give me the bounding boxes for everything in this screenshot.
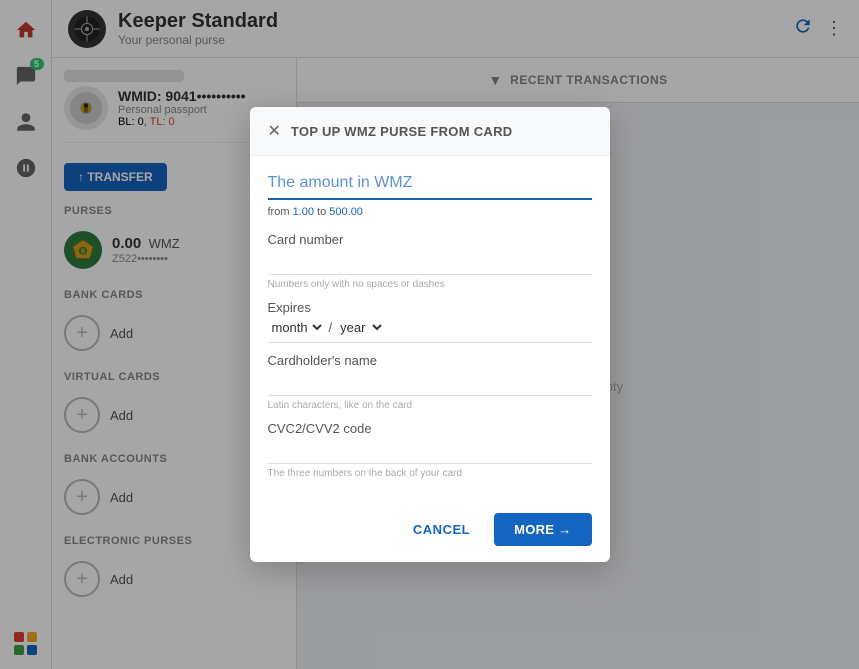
- card-number-field: Card number: [268, 232, 592, 275]
- range-from-value[interactable]: 1.00: [293, 206, 314, 218]
- modal-header: ✕ TOP UP WMZ PURSE FROM CARD: [250, 107, 610, 156]
- expires-separator: /: [329, 320, 333, 335]
- cardholder-input[interactable]: [268, 370, 592, 396]
- top-up-modal: ✕ TOP UP WMZ PURSE FROM CARD from 1.00 t…: [250, 107, 610, 562]
- card-number-label: Card number: [268, 232, 592, 247]
- cancel-button[interactable]: CANCEL: [399, 514, 484, 545]
- modal-body: from 1.00 to 500.00 Card number Numbers …: [250, 156, 610, 499]
- cardholder-label: Cardholder's name: [268, 353, 592, 368]
- modal-footer: CANCEL MORE →: [250, 499, 610, 562]
- range-to-value[interactable]: 500.00: [329, 206, 363, 218]
- modal-title: TOP UP WMZ PURSE FROM CARD: [291, 124, 513, 139]
- more-button[interactable]: MORE →: [494, 513, 591, 546]
- cardholder-field: Cardholder's name: [268, 353, 592, 396]
- amount-input[interactable]: [268, 174, 592, 200]
- cvv-label: CVC2/CVV2 code: [268, 421, 592, 436]
- range-separator: to: [317, 206, 329, 218]
- card-number-hint: Numbers only with no spaces or dashes: [268, 279, 592, 290]
- app-container: 5: [0, 0, 859, 669]
- close-icon[interactable]: ✕: [268, 121, 281, 141]
- card-number-input[interactable]: [268, 249, 592, 275]
- range-hint: from 1.00 to 500.00: [268, 206, 592, 218]
- modal-overlay: ✕ TOP UP WMZ PURSE FROM CARD from 1.00 t…: [0, 0, 859, 669]
- cvv-hint: The three numbers on the back of your ca…: [268, 468, 592, 479]
- year-select[interactable]: year 202420252026 202720282029 2030: [336, 319, 385, 336]
- range-from: from: [268, 206, 293, 218]
- expires-row: month 010203 040506 070809 101112 / year…: [268, 319, 592, 343]
- cardholder-hint: Latin characters, like on the card: [268, 400, 592, 411]
- expires-label: Expires: [268, 300, 592, 315]
- cvv-field: CVC2/CVV2 code: [268, 421, 592, 464]
- cvv-input[interactable]: [268, 438, 592, 464]
- month-select[interactable]: month 010203 040506 070809 101112: [268, 319, 325, 336]
